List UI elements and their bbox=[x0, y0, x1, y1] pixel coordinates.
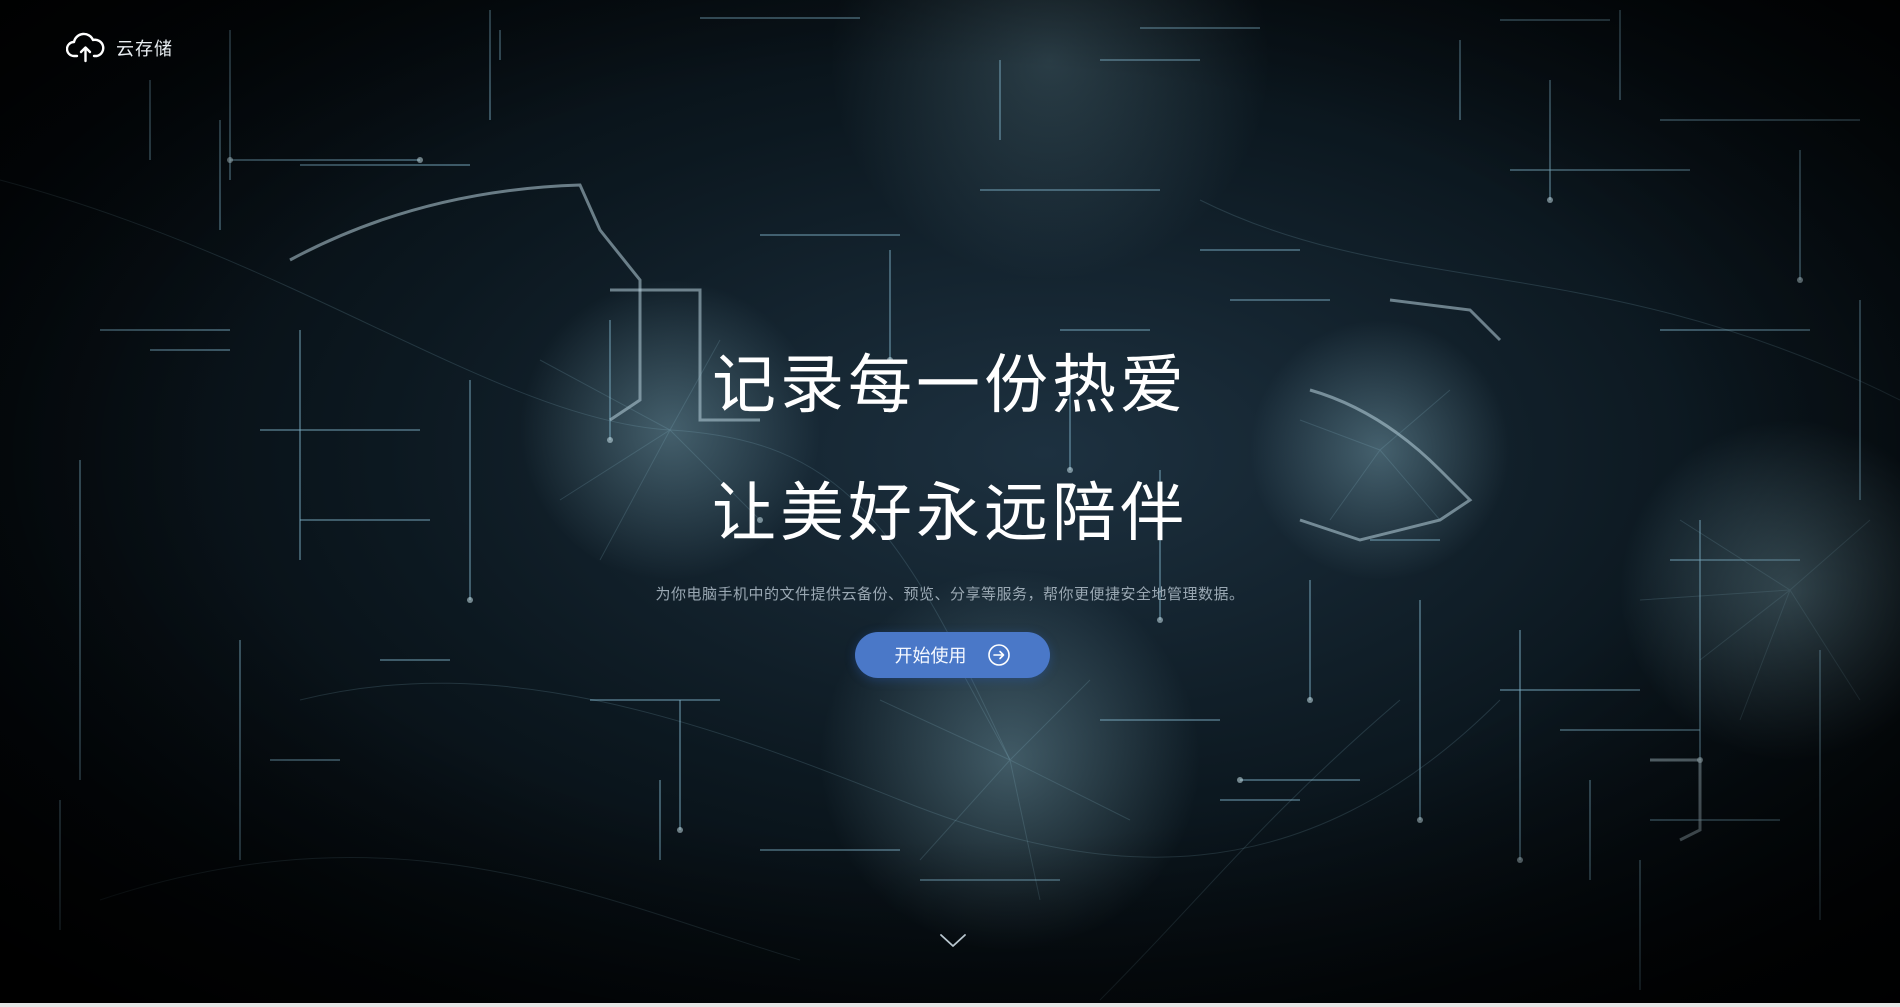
chevron-down-icon[interactable] bbox=[938, 932, 968, 950]
arrow-right-circle-icon bbox=[987, 644, 1010, 666]
brand-name: 云存储 bbox=[116, 39, 173, 59]
cloud-upload-icon bbox=[66, 32, 105, 63]
brand-logo[interactable]: 云存储 bbox=[66, 32, 173, 64]
get-started-label: 开始使用 bbox=[894, 646, 967, 666]
bottom-edge-bar bbox=[0, 1003, 1900, 1007]
get-started-button[interactable]: 开始使用 bbox=[855, 632, 1050, 678]
hero-title-line1: 记录每一份热爱 bbox=[712, 349, 1188, 421]
landing-page: 云存储 记录每一份热爱 让美好永远陪伴 为你电脑手机中的文件提供云备份、预览、分… bbox=[0, 0, 1900, 1007]
hero-title-line2: 让美好永远陪伴 bbox=[712, 477, 1188, 549]
hero-subtitle: 为你电脑手机中的文件提供云备份、预览、分享等服务，帮你更便捷安全地管理数据。 bbox=[655, 586, 1245, 603]
